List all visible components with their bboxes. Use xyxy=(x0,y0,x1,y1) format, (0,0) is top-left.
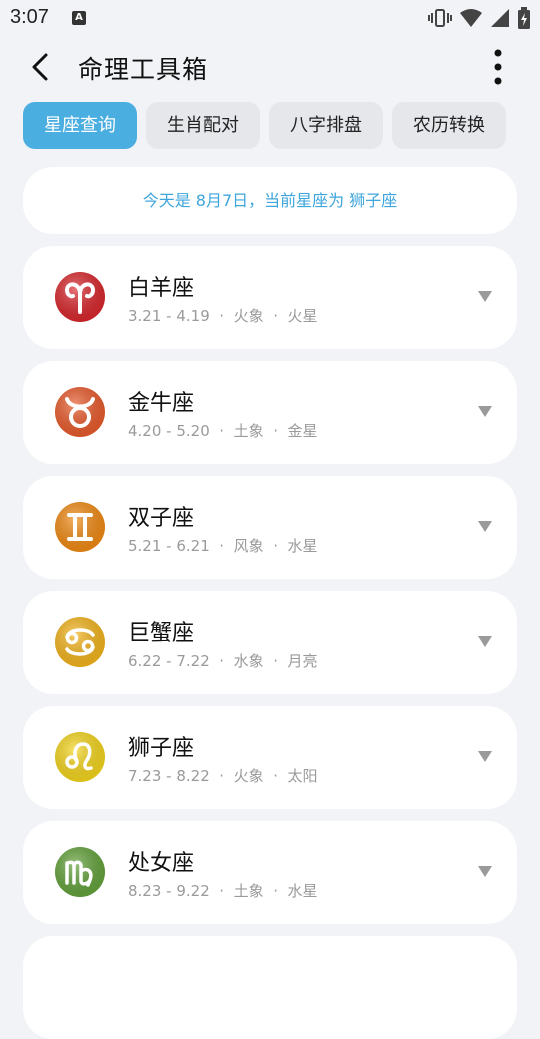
meta-separator: · xyxy=(273,537,278,555)
sign-card[interactable]: 双子座 5.21 - 6.21 · 风象 · 水星 xyxy=(23,476,517,579)
meta-separator: · xyxy=(273,422,278,440)
sign-planet: 水星 xyxy=(287,537,318,555)
tab-zodiac-match[interactable]: 生肖配对 xyxy=(146,102,260,149)
battery-charging-icon xyxy=(518,7,530,29)
sign-name: 巨蟹座 xyxy=(128,621,195,646)
meta-separator: · xyxy=(219,882,225,900)
cancer-icon xyxy=(55,617,105,667)
sign-meta: 4.20 - 5.20 · 土象 · 金星 xyxy=(128,420,318,441)
sign-card[interactable]: 金牛座 4.20 - 5.20 · 土象 · 金星 xyxy=(23,361,517,464)
virgo-icon xyxy=(55,847,105,897)
app-bar: 命理工具箱 xyxy=(0,36,540,96)
meta-separator: · xyxy=(219,307,225,325)
meta-separator: · xyxy=(219,422,225,440)
expand-arrow-icon[interactable] xyxy=(478,751,492,762)
sign-dates: 5.21 - 6.21 xyxy=(128,537,210,555)
leo-icon xyxy=(55,732,105,782)
tab-constellation-lookup[interactable]: 星座查询 xyxy=(23,102,137,149)
vibrate-icon xyxy=(428,9,452,27)
back-button[interactable] xyxy=(24,50,58,84)
sign-planet: 太阳 xyxy=(287,767,318,785)
sign-element: 风象 xyxy=(233,537,264,555)
expand-arrow-icon[interactable] xyxy=(478,866,492,877)
sign-dates: 4.20 - 5.20 xyxy=(128,422,210,440)
sign-element: 水象 xyxy=(233,652,264,670)
sign-planet: 月亮 xyxy=(287,652,318,670)
sign-dates: 7.23 - 8.22 xyxy=(128,767,210,785)
sign-meta: 3.21 - 4.19 · 火象 · 火星 xyxy=(128,305,318,326)
sign-meta: 7.23 - 8.22 · 火象 · 太阳 xyxy=(128,765,318,786)
tab-bazi-chart[interactable]: 八字排盘 xyxy=(269,102,383,149)
arrow-back-icon xyxy=(32,53,48,81)
sign-element: 土象 xyxy=(233,422,264,440)
tab-lunar-convert[interactable]: 农历转换 xyxy=(392,102,506,149)
sign-card-partial[interactable] xyxy=(23,936,517,1039)
meta-separator: · xyxy=(273,652,278,670)
meta-separator: · xyxy=(219,652,225,670)
sign-name: 金牛座 xyxy=(128,391,195,416)
sign-dates: 8.23 - 9.22 xyxy=(128,882,210,900)
sign-card[interactable]: 处女座 8.23 - 9.22 · 土象 · 水星 xyxy=(23,821,517,924)
status-time: 3:07 xyxy=(10,6,49,28)
sign-card[interactable]: 白羊座 3.21 - 4.19 · 火象 · 火星 xyxy=(23,246,517,349)
sign-name: 狮子座 xyxy=(128,736,195,761)
sign-planet: 水星 xyxy=(287,882,318,900)
gemini-icon xyxy=(55,502,105,552)
meta-separator: · xyxy=(273,307,278,325)
sign-card[interactable]: 狮子座 7.23 - 8.22 · 火象 · 太阳 xyxy=(23,706,517,809)
meta-separator: · xyxy=(273,882,278,900)
sign-element: 土象 xyxy=(233,882,264,900)
status-bar: 3:07 A xyxy=(0,0,540,36)
more-options-button[interactable] xyxy=(486,48,510,86)
meta-separator: · xyxy=(219,537,225,555)
more-vert-icon xyxy=(494,49,502,85)
expand-arrow-icon[interactable] xyxy=(478,291,492,302)
status-icons xyxy=(428,7,530,29)
accessibility-notification-icon: A xyxy=(72,11,86,25)
wifi-icon xyxy=(460,9,482,27)
sign-meta: 5.21 - 6.21 · 风象 · 水星 xyxy=(128,535,318,556)
sign-meta: 6.22 - 7.22 · 水象 · 月亮 xyxy=(128,650,318,671)
sign-planet: 火星 xyxy=(287,307,318,325)
sign-dates: 6.22 - 7.22 xyxy=(128,652,210,670)
sign-card[interactable]: 巨蟹座 6.22 - 7.22 · 水象 · 月亮 xyxy=(23,591,517,694)
sign-planet: 金星 xyxy=(287,422,318,440)
today-sign-banner: 今天是 8月7日，当前星座为 狮子座 xyxy=(23,167,517,234)
taurus-icon xyxy=(55,387,105,437)
sign-name: 白羊座 xyxy=(128,276,195,301)
meta-separator: · xyxy=(273,767,278,785)
sign-name: 双子座 xyxy=(128,506,195,531)
expand-arrow-icon[interactable] xyxy=(478,406,492,417)
page-title: 命理工具箱 xyxy=(78,55,209,84)
expand-arrow-icon[interactable] xyxy=(478,521,492,532)
sign-name: 处女座 xyxy=(128,851,195,876)
sign-element: 火象 xyxy=(233,767,264,785)
aries-icon xyxy=(55,272,105,322)
sign-element: 火象 xyxy=(233,307,264,325)
expand-arrow-icon[interactable] xyxy=(478,636,492,647)
signal-icon xyxy=(491,9,509,27)
sign-dates: 3.21 - 4.19 xyxy=(128,307,210,325)
meta-separator: · xyxy=(219,767,225,785)
sign-meta: 8.23 - 9.22 · 土象 · 水星 xyxy=(128,880,318,901)
